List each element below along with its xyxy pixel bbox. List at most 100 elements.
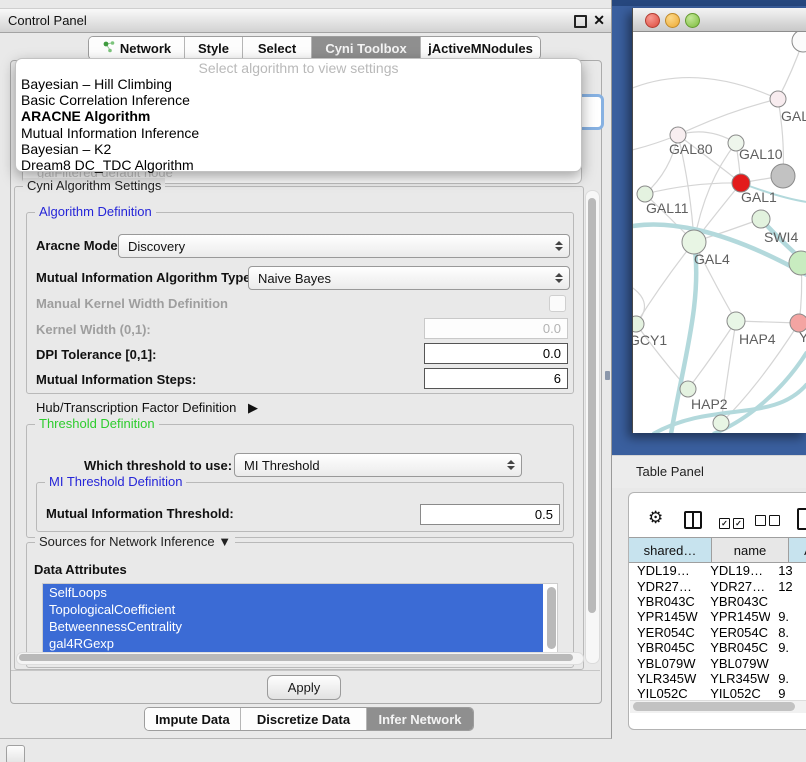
node-bottom[interactable]	[713, 415, 729, 431]
data-attributes-list[interactable]: SelfLoopsTopologicalCoefficientBetweenne…	[42, 583, 558, 657]
algorithm-option[interactable]: Dream8 DC_TDC Algorithm	[21, 157, 581, 173]
mi-type-select[interactable]: Naive Bayes	[248, 266, 570, 290]
settings-horizontal-scrollbar[interactable]	[16, 652, 584, 665]
tab-infer-network[interactable]: Infer Network	[366, 708, 473, 730]
list-scrollbar-thumb[interactable]	[547, 587, 556, 649]
tab-select[interactable]: Select	[242, 37, 311, 59]
scrollbar-thumb[interactable]	[588, 198, 596, 613]
attribute-item[interactable]: BetweennessCentrality	[43, 618, 543, 635]
network-edge[interactable]	[633, 78, 778, 99]
tab-network[interactable]: Network	[89, 37, 184, 59]
close-window-button[interactable]	[645, 13, 660, 28]
network-edge[interactable]	[678, 99, 778, 135]
network-canvas[interactable]: GAL7GAL80GAL10GAL1GAL11SWI4GAL4GCY1HAP4Y…	[633, 32, 806, 433]
table-cell: YDL19…	[629, 563, 702, 578]
tab-cyni-toolbox[interactable]: Cyni Toolbox	[311, 37, 420, 59]
aracne-mode-select[interactable]: Discovery	[118, 234, 570, 258]
table-row[interactable]: YBR043CYBR043C	[629, 594, 806, 609]
table-row[interactable]: YBR045CYBR045C9.	[629, 640, 806, 655]
node-gcy1-label: GCY1	[633, 332, 667, 348]
node-swi4[interactable]	[752, 210, 770, 228]
table-row[interactable]: YIL052CYIL052C9	[629, 686, 806, 700]
settings-vertical-scrollbar[interactable]	[585, 190, 600, 664]
tab-label: Network	[120, 41, 171, 56]
node-hap2-label: HAP2	[691, 396, 728, 412]
column-header[interactable]: A	[789, 537, 806, 563]
table-cell: YBL079W	[702, 656, 770, 671]
hub-definition-toggle[interactable]: Hub/Transcription Factor Definition ▶	[36, 400, 258, 416]
mi-steps-field[interactable]: 6	[424, 368, 568, 389]
application-root: Control Panel ✕ NetworkStyleSelectCyni T…	[0, 0, 806, 762]
scrollbar-thumb[interactable]	[19, 654, 573, 661]
manual-kernel-checkbox[interactable]	[549, 295, 566, 312]
tab-label: Impute Data	[155, 712, 229, 727]
node-top-right[interactable]	[792, 32, 806, 52]
scrollbar-thumb[interactable]	[633, 702, 795, 711]
algorithm-option[interactable]: Bayesian – K2	[21, 141, 581, 157]
table-cell: 9.	[770, 640, 806, 655]
splitter-handle[interactable]	[605, 371, 610, 380]
algorithm-option[interactable]: Basic Correlation Inference	[21, 92, 581, 108]
attribute-item[interactable]: TopologicalCoefficient	[43, 601, 543, 618]
select-all-checkboxes-icon[interactable]: ✓✓	[719, 513, 747, 531]
attribute-item[interactable]: gal4RGexp	[43, 635, 543, 652]
algorithm-dropdown-list: Bayesian – Hill ClimbingBasic Correlatio…	[16, 76, 581, 173]
network-window-titlebar[interactable]	[633, 8, 806, 32]
node-gray[interactable]	[771, 164, 795, 188]
control-panel-tabs: Network Style Select Cyni Toolbox jActiveMNo…	[88, 36, 541, 60]
columns-icon[interactable]	[684, 511, 702, 529]
table-row[interactable]: YDR27…YDR27…12	[629, 578, 806, 593]
sources-title[interactable]: Sources for Network Inference ▼	[35, 534, 235, 549]
algorithm-option[interactable]: Bayesian – Hill Climbing	[21, 76, 581, 92]
export-table-icon[interactable]	[797, 508, 806, 530]
tab-label: Discretize Data	[257, 712, 350, 727]
network-edge[interactable]	[645, 183, 741, 194]
tab-label: Cyni Toolbox	[325, 41, 406, 56]
dpi-tolerance-label: DPI Tolerance [0,1]:	[36, 347, 156, 362]
node-right-green[interactable]	[789, 251, 806, 275]
network-edge[interactable]	[694, 143, 736, 242]
network-edge[interactable]	[636, 242, 694, 324]
table-cell: YDR27…	[629, 579, 702, 594]
tab-label: Select	[258, 41, 296, 56]
which-threshold-select[interactable]: MI Threshold	[234, 453, 522, 477]
node-hap2[interactable]	[680, 381, 696, 397]
tab-discretize-data[interactable]: Discretize Data	[240, 708, 366, 730]
deselect-all-checkboxes-icon[interactable]	[755, 513, 783, 531]
column-header[interactable]: shared…	[629, 537, 712, 563]
table-cell: YDR27…	[702, 579, 770, 594]
algorithm-option[interactable]: Mutual Information Inference	[21, 125, 581, 141]
network-edge[interactable]	[688, 321, 736, 389]
column-header[interactable]: name	[712, 537, 789, 563]
float-window-icon[interactable]	[574, 15, 587, 28]
zoom-window-button[interactable]	[685, 13, 700, 28]
node-gal7[interactable]	[770, 91, 786, 107]
apply-button[interactable]: Apply	[267, 675, 341, 700]
dpi-tolerance-field[interactable]: 0.0	[424, 343, 568, 364]
tab-impute-data[interactable]: Impute Data	[145, 708, 240, 730]
table-horizontal-scrollbar[interactable]	[630, 700, 806, 713]
tab-jactivemnodules[interactable]: jActiveMNodules	[420, 37, 540, 59]
tab-style[interactable]: Style	[184, 37, 242, 59]
algorithm-option[interactable]: ARACNE Algorithm	[21, 108, 581, 124]
node-hap4[interactable]	[727, 312, 745, 330]
algorithm-dropdown: Select algorithm to view settings Bayesi…	[15, 58, 582, 172]
table-cell: YBR045C	[629, 640, 702, 655]
table-row[interactable]: YPR145WYPR145W9.	[629, 609, 806, 624]
close-icon[interactable]: ✕	[593, 9, 605, 32]
table-row[interactable]: YBL079WYBL079W	[629, 655, 806, 670]
minimize-window-button[interactable]	[665, 13, 680, 28]
manual-kernel-label: Manual Kernel Width Definition	[36, 296, 228, 311]
node-gal4-label: GAL4	[694, 251, 730, 267]
desktop-top-strip	[612, 0, 806, 6]
mi-threshold-field[interactable]: 0.5	[420, 504, 560, 525]
table-row[interactable]: YDL19…YDL19…13	[629, 563, 806, 578]
gear-icon[interactable]: ⚙	[648, 509, 663, 526]
table-cell: YBL079W	[629, 656, 702, 671]
table-cell: 8.	[770, 625, 806, 640]
attribute-item[interactable]: SelfLoops	[43, 584, 543, 601]
table-row[interactable]: YLR345WYLR345W9.	[629, 671, 806, 686]
panel-corner-button[interactable]	[6, 745, 25, 762]
node-gcy1[interactable]	[633, 316, 644, 332]
table-row[interactable]: YER054CYER054C8.	[629, 625, 806, 640]
